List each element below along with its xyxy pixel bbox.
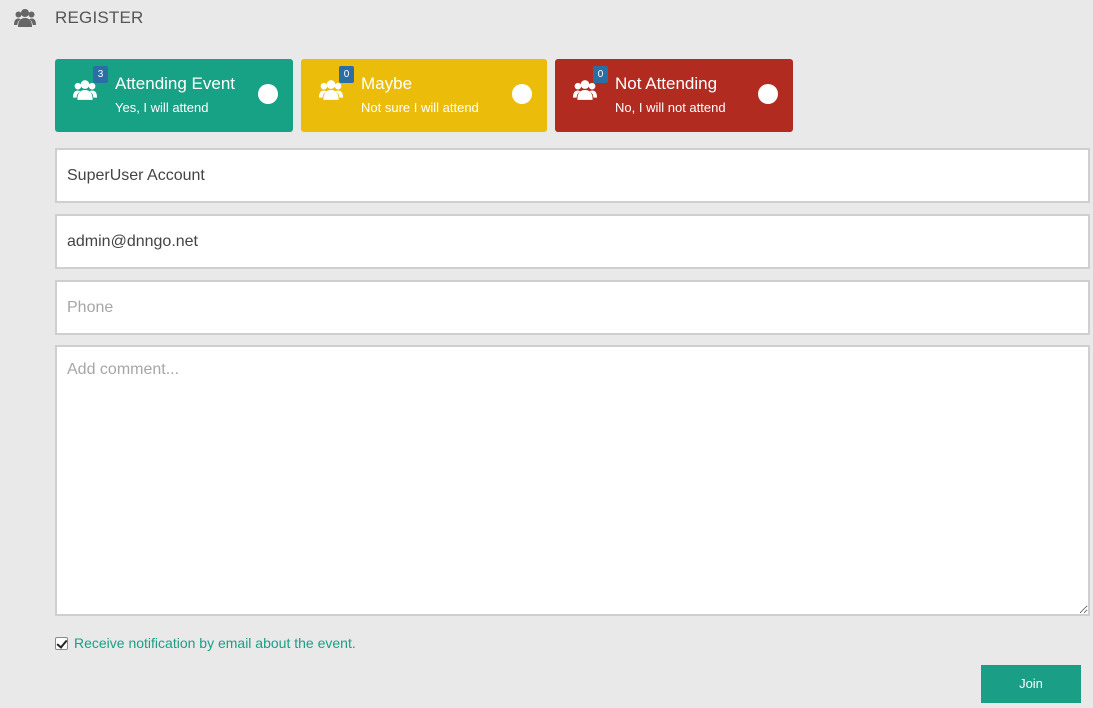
comment-field[interactable] bbox=[55, 345, 1090, 616]
users-icon bbox=[14, 8, 36, 28]
not-attending-radio[interactable] bbox=[758, 84, 778, 104]
notification-option: Receive notification by email about the … bbox=[55, 635, 356, 651]
option-title: Attending Event bbox=[115, 74, 236, 93]
notification-checkbox[interactable] bbox=[55, 636, 68, 650]
option-subtitle: Yes, I will attend bbox=[115, 100, 209, 115]
option-title: Maybe bbox=[361, 74, 413, 93]
attending-radio[interactable] bbox=[258, 84, 278, 104]
name-field[interactable] bbox=[55, 148, 1090, 203]
attending-option[interactable]: 3 Attending Event Yes, I will attend bbox=[55, 59, 293, 132]
phone-field[interactable] bbox=[55, 280, 1090, 335]
page-title: REGISTER bbox=[55, 8, 144, 27]
email-field[interactable] bbox=[55, 214, 1090, 269]
maybe-radio[interactable] bbox=[512, 84, 532, 104]
option-title: Not Attending bbox=[615, 74, 718, 93]
option-subtitle: Not sure I will attend bbox=[361, 100, 479, 115]
register-header: REGISTER bbox=[14, 6, 144, 30]
maybe-option[interactable]: 0 Maybe Not sure I will attend bbox=[301, 59, 547, 132]
register-page: REGISTER 3 Attending Event Yes, I will a… bbox=[0, 0, 1093, 708]
option-subtitle: No, I will not attend bbox=[615, 100, 726, 115]
count-badge: 0 bbox=[339, 66, 354, 83]
notification-label[interactable]: Receive notification by email about the … bbox=[74, 635, 356, 651]
count-badge: 3 bbox=[93, 66, 108, 83]
join-button[interactable]: Join bbox=[981, 665, 1081, 703]
not-attending-option[interactable]: 0 Not Attending No, I will not attend bbox=[555, 59, 793, 132]
count-badge: 0 bbox=[593, 66, 608, 83]
